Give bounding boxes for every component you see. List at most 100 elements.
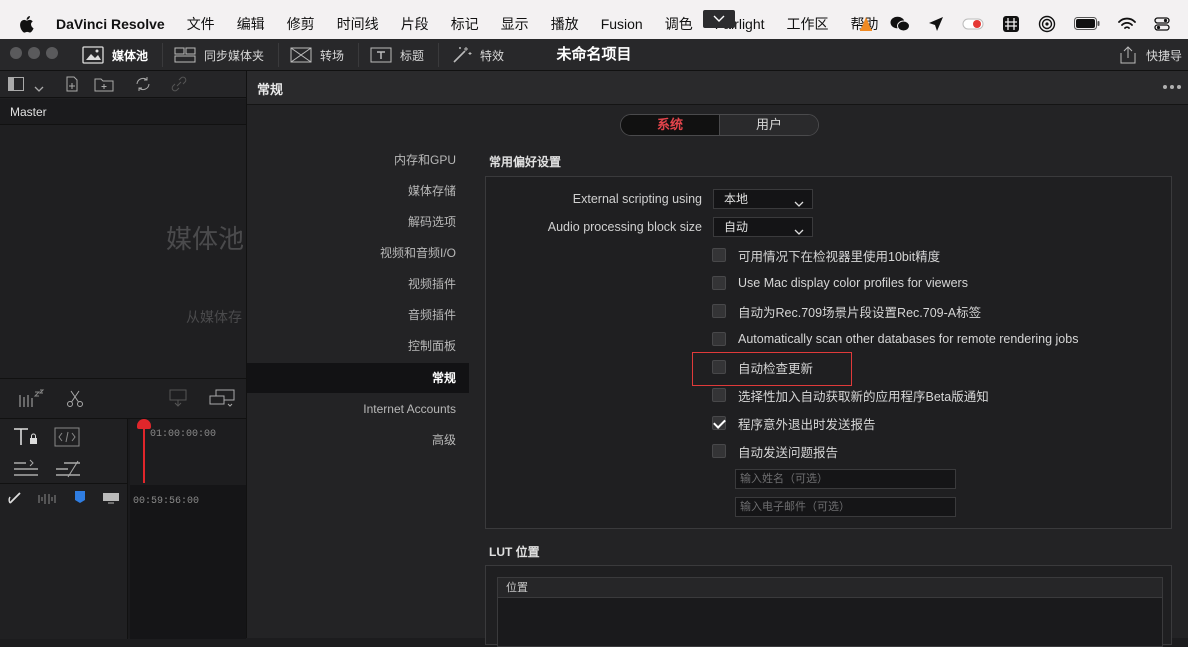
media-pool-empty-hint: 从媒体存 xyxy=(186,309,242,325)
apple-icon[interactable] xyxy=(18,15,36,33)
snooze-icon[interactable] xyxy=(18,389,46,414)
battery-icon[interactable] xyxy=(1074,17,1100,30)
insert-clip-icon[interactable] xyxy=(166,388,190,413)
panel-layout-icon[interactable] xyxy=(8,77,24,96)
lut-location-column: 位置 xyxy=(498,578,1162,598)
checkbox[interactable] xyxy=(712,332,726,346)
titles-label: 标题 xyxy=(400,48,425,63)
menu-app-name[interactable]: DaVinci Resolve xyxy=(56,16,165,32)
option-mac-color-profiles[interactable]: Use Mac display color profiles for viewe… xyxy=(712,273,968,293)
control-center-icon[interactable] xyxy=(1154,16,1170,31)
nav-video-plugins[interactable]: 视频插件 xyxy=(247,269,469,299)
checkbox[interactable] xyxy=(712,444,726,458)
app-toolbar: 媒体池 同步媒体夹 转场 标题 特效 未命名项目 快捷导 xyxy=(0,39,1188,71)
send-icon[interactable] xyxy=(928,16,944,32)
wechat-icon[interactable] xyxy=(890,16,910,32)
option-auto-send-reports[interactable]: 自动发送问题报告 xyxy=(712,441,838,461)
option-rec709a-tag[interactable]: 自动为Rec.709场景片段设置Rec.709-A标签 xyxy=(712,301,981,321)
nav-video-audio-io[interactable]: 视频和音频I/O xyxy=(247,238,469,268)
menu-playback[interactable]: 播放 xyxy=(551,14,579,34)
scissors-icon[interactable] xyxy=(66,390,84,413)
option-auto-check-updates[interactable]: 自动检查更新 xyxy=(712,357,813,377)
menu-workspace[interactable]: 工作区 xyxy=(787,14,829,34)
more-options-icon[interactable] xyxy=(1163,85,1181,89)
option-scan-remote-render[interactable]: Automatically scan other databases for r… xyxy=(712,329,1078,349)
name-field[interactable]: 输入姓名（可选） xyxy=(735,469,956,489)
checkbox-label: 选择性加入自动获取新的应用程序Beta版通知 xyxy=(738,389,989,404)
record-toggle-icon[interactable] xyxy=(962,17,984,31)
audio-block-value: 自动 xyxy=(724,220,749,234)
nav-audio-plugins[interactable]: 音频插件 xyxy=(247,300,469,330)
option-crash-report[interactable]: 程序意外退出时发送报告 xyxy=(712,413,876,433)
lut-location-table[interactable]: 位置 xyxy=(497,577,1163,647)
grid-app-icon[interactable] xyxy=(1002,15,1020,33)
nav-memory-gpu[interactable]: 内存和GPU xyxy=(247,145,469,175)
menu-color[interactable]: 调色 xyxy=(665,14,693,34)
master-bin[interactable]: Master xyxy=(0,99,246,125)
menu-timeline[interactable]: 时间线 xyxy=(337,14,379,34)
menu-trim[interactable]: 修剪 xyxy=(287,14,315,34)
menu-view[interactable]: 显示 xyxy=(501,14,529,34)
quick-export-label: 快捷导 xyxy=(1146,48,1183,63)
external-scripting-label: External scripting using xyxy=(572,192,702,206)
new-bin-icon[interactable] xyxy=(94,76,114,97)
checkbox[interactable] xyxy=(712,248,726,262)
transitions-button[interactable]: 转场 xyxy=(290,39,344,71)
text-tool-icon[interactable] xyxy=(12,427,40,452)
toolbar-divider xyxy=(162,43,163,67)
sync-icon[interactable] xyxy=(134,76,152,97)
nav-general[interactable]: 常规 xyxy=(247,363,469,393)
nav-control-panels[interactable]: 控制面板 xyxy=(247,331,469,361)
menu-clip[interactable]: 片段 xyxy=(401,14,429,34)
window-zoom-button[interactable] xyxy=(46,47,58,59)
menu-file[interactable]: 文件 xyxy=(187,14,215,34)
new-clip-icon[interactable] xyxy=(64,76,80,97)
magic-wand-icon xyxy=(452,46,472,64)
checkbox[interactable] xyxy=(712,304,726,318)
menu-edit[interactable]: 编辑 xyxy=(237,14,265,34)
menu-expand-chevron-icon[interactable] xyxy=(703,10,735,28)
audio-wave-icon[interactable] xyxy=(38,492,56,510)
toolbar-divider xyxy=(278,43,279,67)
option-10bit-precision[interactable]: 可用情况下在检视器里使用10bit精度 xyxy=(712,245,940,265)
link-icon[interactable] xyxy=(170,76,188,97)
sync-bin-button[interactable]: 同步媒体夹 xyxy=(174,39,264,71)
checkbox[interactable] xyxy=(712,276,726,290)
code-split-icon[interactable] xyxy=(54,427,80,452)
option-beta-notifications[interactable]: 选择性加入自动获取新的应用程序Beta版通知 xyxy=(712,385,989,405)
quick-export-button[interactable]: 快捷导 xyxy=(1118,39,1182,71)
wifi-icon[interactable] xyxy=(1118,17,1136,31)
external-scripting-select[interactable]: 本地 xyxy=(713,189,813,209)
track-align-icon[interactable] xyxy=(12,459,40,484)
nav-media-storage[interactable]: 媒体存储 xyxy=(247,176,469,206)
audio-block-select[interactable]: 自动 xyxy=(713,217,813,237)
effects-button[interactable]: 特效 xyxy=(452,39,504,71)
checkbox[interactable] xyxy=(712,388,726,402)
airdrop-icon[interactable] xyxy=(1038,15,1056,33)
monitor-icon[interactable] xyxy=(102,491,120,509)
overwrite-clip-icon[interactable] xyxy=(208,388,236,413)
flag-icon[interactable] xyxy=(74,490,86,509)
titles-button[interactable]: 标题 xyxy=(370,39,424,71)
tab-system[interactable]: 系统 xyxy=(621,115,720,135)
vlc-icon[interactable] xyxy=(860,16,872,31)
nav-internet-accounts[interactable]: Internet Accounts xyxy=(247,394,469,424)
menu-mark[interactable]: 标记 xyxy=(451,14,479,34)
chevron-down-icon[interactable] xyxy=(34,80,44,98)
menu-fusion[interactable]: Fusion xyxy=(601,16,643,32)
tab-user[interactable]: 用户 xyxy=(720,115,818,135)
window-close-button[interactable] xyxy=(10,47,22,59)
media-pool-button[interactable]: 媒体池 xyxy=(82,39,148,71)
window-minimize-button[interactable] xyxy=(28,47,40,59)
titles-icon xyxy=(370,47,392,63)
nav-decode-options[interactable]: 解码选项 xyxy=(247,207,469,237)
track-ripple-icon[interactable] xyxy=(54,459,82,484)
timeline-tracks[interactable] xyxy=(130,485,246,639)
checkbox-checked[interactable] xyxy=(712,416,726,430)
checkbox[interactable] xyxy=(712,360,726,374)
razor-icon[interactable] xyxy=(8,491,22,510)
nav-advanced[interactable]: 高级 xyxy=(247,425,469,455)
playhead-line[interactable] xyxy=(143,425,145,483)
email-field[interactable]: 输入电子邮件（可选） xyxy=(735,497,956,517)
checkbox-label: 程序意外退出时发送报告 xyxy=(738,417,876,432)
